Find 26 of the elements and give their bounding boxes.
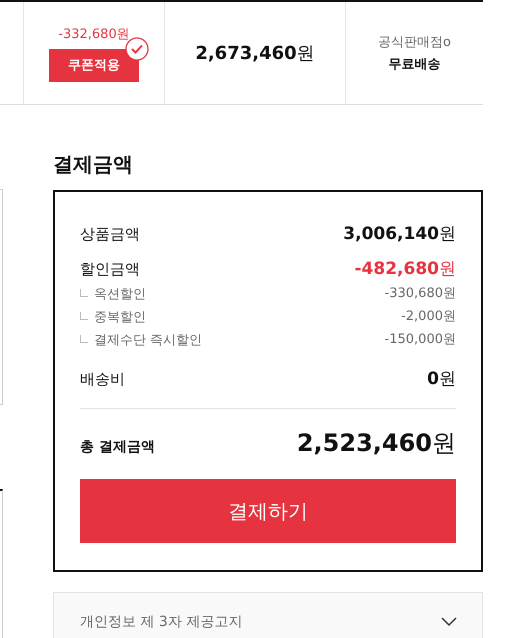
summary-label: 할인금액 — [80, 260, 140, 279]
notice-accordion[interactable]: 개인정보 제 3자 제공고지 — [53, 592, 483, 638]
coupon-discount: -332,680원 — [58, 26, 130, 42]
tree-branch-icon — [80, 289, 88, 297]
summary-amount: 3,006,140원 — [343, 223, 456, 245]
summary-label: 배송비 — [80, 370, 125, 389]
coupon-apply-button[interactable]: 쿠폰적용 — [49, 48, 139, 82]
notice-title: 개인정보 제 3자 제공고지 — [80, 613, 242, 631]
discount-label: 결제수단 즉시할인 — [94, 332, 202, 349]
discount-amount: -2,000원 — [401, 308, 456, 325]
total-amount: 2,523,460원 — [296, 428, 456, 459]
discount-label: 옥션할인 — [94, 286, 146, 303]
tree-branch-icon — [80, 335, 88, 343]
seller-label: 공식판매점o — [378, 34, 451, 51]
shipping-label: 무료배송 — [388, 56, 440, 73]
tree-branch-icon — [80, 312, 88, 320]
discount-amount: -150,000원 — [384, 331, 456, 348]
total-label: 총 결제금액 — [80, 438, 155, 456]
discount-amount: -330,680원 — [384, 285, 456, 302]
pay-button[interactable]: 결제하기 — [80, 479, 456, 543]
summary-amount: 0원 — [427, 368, 456, 390]
discount-label: 중복할인 — [94, 309, 146, 326]
product-price: 2,673,460원 — [195, 42, 315, 65]
summary-label: 상품금액 — [80, 225, 140, 244]
section-title: 결제금액 — [53, 151, 134, 178]
summary-amount: -482,680원 — [354, 258, 456, 280]
